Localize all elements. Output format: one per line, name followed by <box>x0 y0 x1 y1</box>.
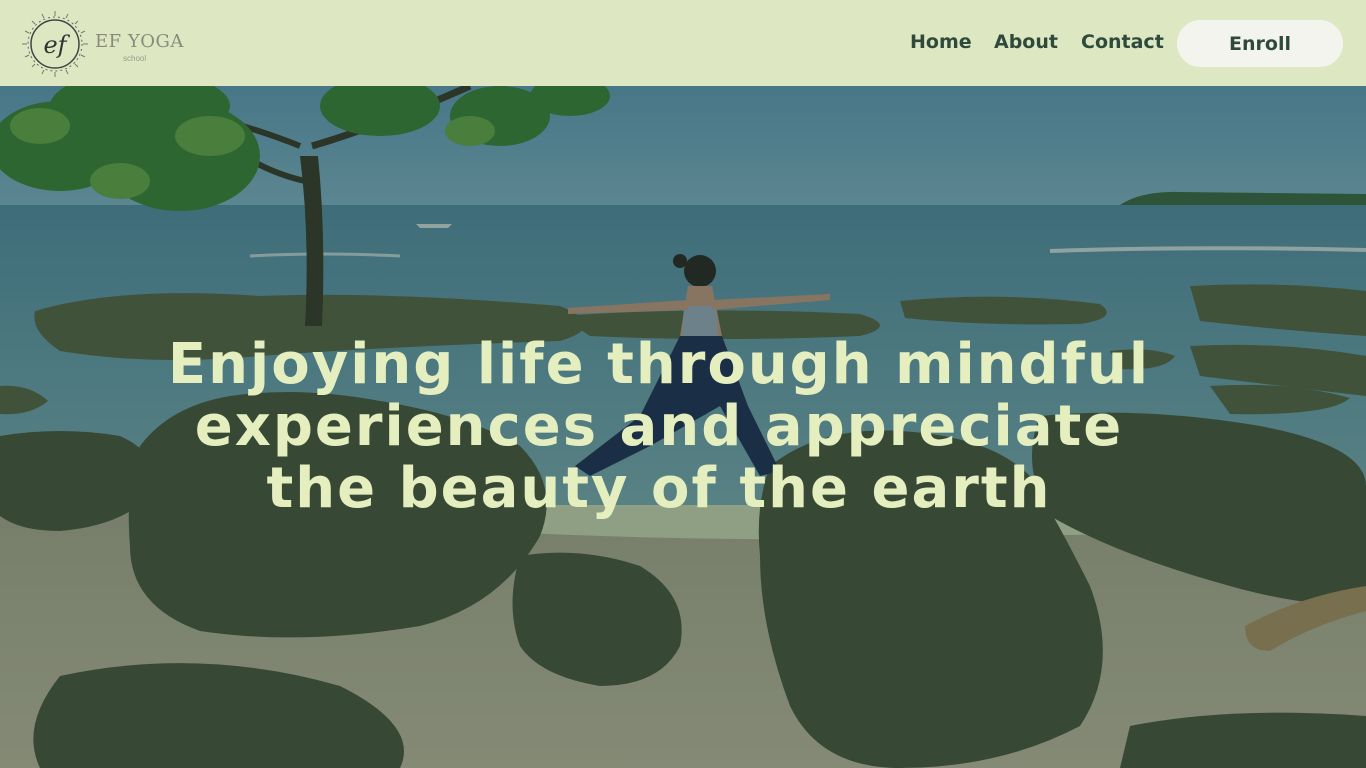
nav-contact-link[interactable]: Contact <box>1081 30 1164 54</box>
enroll-button[interactable]: Enroll <box>1177 20 1343 67</box>
nav-about-link[interactable]: About <box>994 30 1058 54</box>
hero-headline: Enjoying life through mindful experience… <box>167 332 1151 521</box>
ef-logo-icon: ef <box>22 11 88 77</box>
logo-initials: ef <box>43 31 70 59</box>
brand-tagline: school <box>123 54 147 63</box>
brand-logo[interactable]: ef EF YOGA school <box>20 9 200 79</box>
hero-section: Enjoying life through mindful experience… <box>0 86 1366 768</box>
brand-name: EF YOGA <box>95 31 184 52</box>
nav-home-link[interactable]: Home <box>910 30 972 54</box>
site-header: ef EF YOGA school Home About Contact Enr… <box>0 0 1366 86</box>
